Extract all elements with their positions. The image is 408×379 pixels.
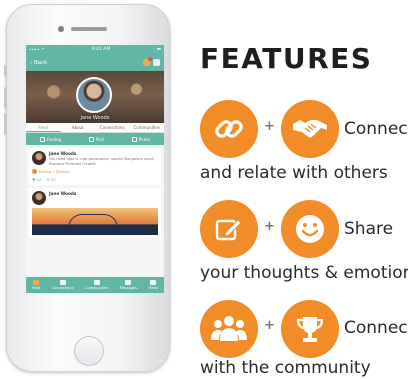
post-header: Jane Woods You need food & cute gocdewoe… — [32, 151, 158, 166]
handshake-icon — [281, 100, 339, 158]
feed-post[interactable]: Jane Woods You need food & cute gocdewoe… — [29, 148, 161, 186]
link-icon — [200, 100, 258, 158]
tabbar-label: Messages — [119, 286, 137, 290]
tabbar-label: Communities — [85, 286, 109, 290]
tab-connections[interactable]: Connections — [95, 123, 130, 132]
tabbar-communities[interactable]: Communities — [85, 280, 108, 290]
people-icon — [200, 300, 258, 358]
feed-icon — [32, 280, 39, 285]
tabbar-feed[interactable]: Feed — [32, 280, 40, 290]
comment-button[interactable]: ✉ 23 — [46, 177, 55, 182]
plus-sign: + — [264, 219, 275, 234]
mute-switch — [4, 65, 7, 77]
feature-2-line: your thoughts & emotions — [200, 263, 408, 283]
battery-icon: ▬ — [156, 47, 161, 52]
app-navbar: ‹ Back — [26, 54, 164, 71]
feeling-icon — [39, 136, 45, 142]
plus-sign: + — [264, 318, 275, 333]
post-author-avatar[interactable] — [32, 151, 46, 165]
edit-icon — [88, 136, 94, 142]
messages-icon — [125, 280, 132, 285]
home-button — [74, 336, 104, 366]
earpiece-speaker — [71, 27, 107, 31]
tab-feed[interactable]: Feed — [26, 123, 61, 132]
tab-about[interactable]: About — [61, 123, 96, 132]
post-author[interactable]: Jane Woods — [49, 151, 158, 156]
photo-button[interactable]: Photo — [131, 136, 151, 142]
post-text: You need food & cute gocdewoes, special … — [49, 157, 154, 166]
post-reactions: ♥ 10 ✉ 23 — [32, 177, 158, 182]
tabbar-connections[interactable]: Connections — [51, 280, 74, 290]
notification-badge — [148, 57, 152, 61]
feature-3-word: Connect — [344, 318, 408, 338]
post-body: Jane Woods You need food & cute gocdewoe… — [49, 151, 158, 166]
feature-3-line: with the community — [200, 358, 371, 378]
menu-icon — [150, 280, 157, 285]
trophy-icon — [281, 300, 339, 358]
post-author-avatar[interactable] — [32, 191, 46, 206]
tabbar-menu[interactable]: Menu — [148, 280, 159, 290]
bottom-tab-bar: Feed Connections Communities Messages Me… — [26, 277, 164, 293]
photo-label: Photo — [138, 136, 151, 142]
post-feeling: feeling • @status — [32, 169, 158, 175]
edit-icon — [200, 200, 258, 258]
notifications-icon[interactable] — [143, 57, 152, 66]
tabbar-messages[interactable]: Messages — [120, 280, 137, 290]
volume-up-button — [4, 87, 7, 109]
comment-count: 23 — [50, 177, 56, 183]
post-action-bar: Feeling Post Photo — [26, 133, 164, 145]
volume-down-button — [4, 113, 7, 135]
nav-icons — [143, 57, 160, 66]
phone-mockup: •••• ⌔ 9:41 AM ▬ ‹ Back Jane Woods Feed … — [4, 4, 170, 372]
like-button[interactable]: ♥ 10 — [32, 177, 41, 182]
communities-icon — [93, 280, 100, 285]
feature-1-word: Connect — [344, 119, 408, 139]
features-title: FEATURES — [200, 42, 373, 75]
like-count: 10 — [36, 177, 42, 183]
front-camera — [58, 26, 64, 32]
tabbar-label: Menu — [148, 286, 159, 290]
phone-screen: •••• ⌔ 9:41 AM ▬ ‹ Back Jane Woods Feed … — [26, 45, 164, 293]
status-time: 9:41 AM — [91, 47, 111, 52]
feeling-label: Feeling — [46, 136, 62, 142]
tabbar-label: Connections — [51, 286, 74, 290]
post-header: Jane Woods — [32, 191, 158, 206]
post-button[interactable]: Post — [88, 136, 105, 142]
smiley-icon — [281, 200, 339, 258]
carrier-signal: •••• ⌔ — [29, 47, 46, 53]
profile-cover-photo: Jane Woods — [26, 71, 164, 123]
harbour-bridge-shape — [68, 214, 118, 229]
feature-1-line: and relate with others — [200, 163, 388, 183]
post-photo[interactable] — [32, 208, 158, 236]
feed-post[interactable]: Jane Woods — [29, 188, 161, 239]
camera-icon — [131, 136, 137, 142]
feeling-emoji-icon — [32, 169, 37, 175]
feeling-button[interactable]: Feeling — [39, 136, 62, 142]
connections-icon — [59, 280, 66, 285]
post-label: Post — [95, 136, 105, 142]
profile-avatar[interactable] — [76, 77, 112, 113]
messages-icon[interactable] — [153, 59, 160, 66]
status-bar: •••• ⌔ 9:41 AM ▬ — [26, 45, 164, 54]
plus-sign: + — [264, 119, 275, 134]
profile-tabs: Feed About Connections Communities — [26, 123, 164, 133]
back-button[interactable]: ‹ Back — [30, 60, 47, 66]
profile-name: Jane Woods — [80, 115, 110, 121]
feature-2-word: Share — [344, 219, 394, 239]
tab-communities[interactable]: Communities — [130, 123, 165, 132]
tabbar-label: Feed — [31, 286, 41, 290]
post-feeling-text: feeling • @status — [39, 169, 71, 174]
post-author[interactable]: Jane Woods — [49, 191, 76, 196]
